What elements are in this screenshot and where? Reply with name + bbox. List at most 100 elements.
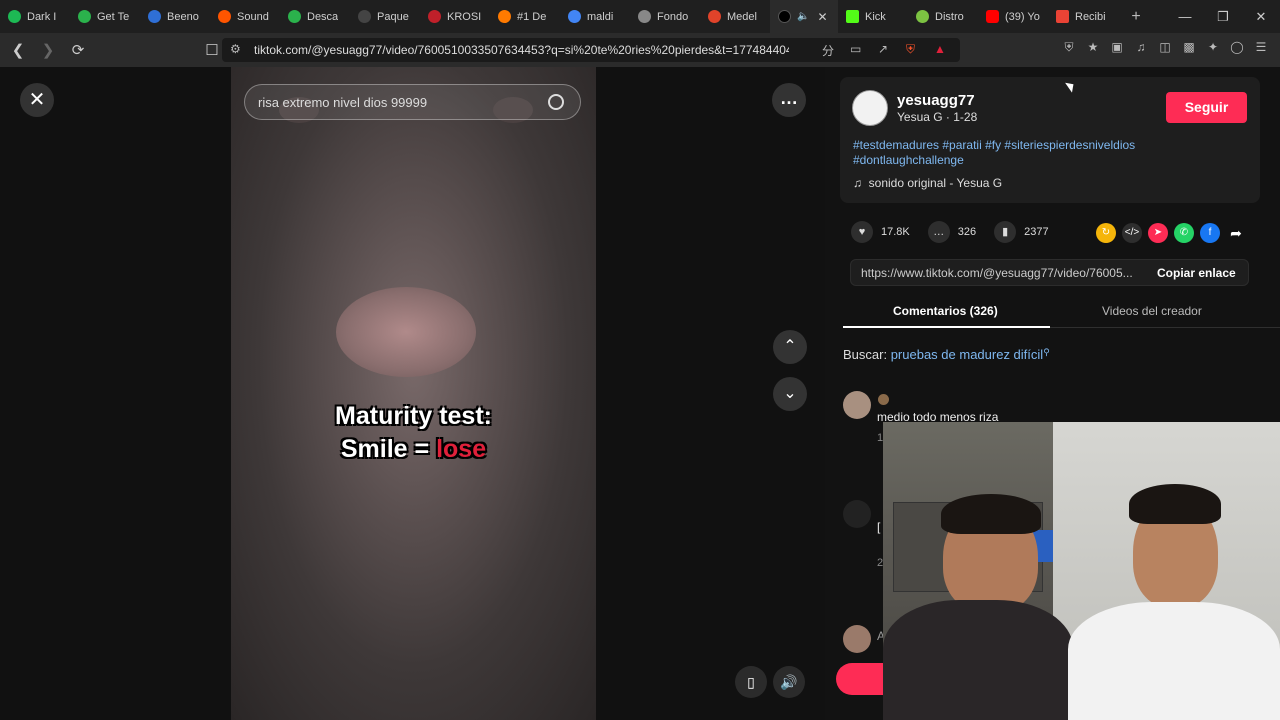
caption-line: Maturity test:	[335, 402, 492, 430]
youtube-favicon-icon	[986, 10, 999, 23]
browser-tab[interactable]: KROSI	[420, 0, 490, 33]
whatsapp-icon[interactable]: ✆	[1174, 223, 1194, 243]
comment-emoji	[878, 394, 889, 405]
author-subtitle: Yesua G · 1-28	[897, 110, 978, 124]
previous-video-button[interactable]: ⌃	[773, 330, 807, 364]
browser-tab[interactable]: Distro	[908, 0, 978, 33]
forward-button[interactable]: ❯	[36, 41, 60, 59]
music-note-icon: ♫	[853, 176, 862, 190]
site-settings-icon[interactable]: ⚙	[230, 42, 241, 56]
pip-toggle-icon[interactable]: ▯	[735, 666, 767, 698]
browser-tab-active[interactable]: 🔈 ✕	[770, 0, 838, 33]
comment-icon: …	[927, 221, 950, 243]
leo-ai-icon[interactable]: ✦	[1206, 40, 1220, 54]
tab-comments[interactable]: Comentarios (326)	[893, 304, 998, 318]
webcam-hair-right	[1129, 484, 1221, 524]
comment-avatar[interactable]	[843, 391, 871, 419]
browser-tab[interactable]: Kick	[838, 0, 908, 33]
share-more-icon[interactable]: ➦	[1226, 223, 1246, 243]
author-avatar[interactable]	[852, 90, 888, 126]
more-options-button[interactable]: …	[772, 83, 806, 117]
follow-button[interactable]: Seguir	[1166, 92, 1247, 123]
extensions-icon[interactable]: ★	[1086, 40, 1100, 54]
like-button[interactable]: ♥ 17.8K	[851, 221, 910, 243]
google-favicon-icon	[568, 10, 581, 23]
share-options: ↻ </> ➤ ✆ f ➦	[1096, 223, 1246, 243]
comment-avatar[interactable]	[843, 625, 871, 653]
close-video-button[interactable]: ✕	[20, 83, 54, 117]
webcam-overlay	[883, 422, 1280, 720]
search-suggestion-link[interactable]: pruebas de madurez difícil	[891, 347, 1043, 362]
share-icon[interactable]: ↗	[878, 42, 888, 56]
brave-rewards-icon[interactable]: ▲	[934, 42, 946, 56]
search-icon: ⚲	[1043, 347, 1050, 357]
video-sound[interactable]: ♫ sonido original - Yesua G	[853, 176, 1002, 190]
bookmark-icon[interactable]: ☐	[200, 41, 224, 59]
wallet-icon[interactable]: ▩	[1182, 40, 1196, 54]
author-username[interactable]: yesuagg77	[897, 92, 975, 109]
shield-icon[interactable]: ⛨	[1062, 40, 1076, 54]
new-tab-button[interactable]: +	[1124, 8, 1148, 26]
address-bar[interactable]: ⚙ tiktok.com/@yesuagg77/video/7600510033…	[222, 38, 960, 62]
browser-tab[interactable]: Sound	[210, 0, 280, 33]
vpn-icon[interactable]: ◯	[1230, 40, 1244, 54]
speaker-icon[interactable]: 🔈	[797, 11, 809, 22]
gmail-favicon-icon	[1056, 10, 1069, 23]
close-tab-icon[interactable]: ✕	[817, 10, 827, 24]
webcam-hair-left	[941, 494, 1041, 534]
webcam-shirt-right	[1068, 602, 1280, 720]
repost-icon[interactable]: ↻	[1096, 223, 1116, 243]
sidebar-icon[interactable]: ◫	[1158, 40, 1172, 54]
brave-shields-icon[interactable]: ⛨	[906, 42, 915, 57]
heart-icon: ♥	[851, 221, 873, 243]
active-tab-indicator	[843, 326, 1050, 328]
translate-icon[interactable]: 分	[822, 42, 834, 59]
browser-tab[interactable]: Paque	[350, 0, 420, 33]
browser-tab[interactable]: Fondo	[630, 0, 700, 33]
music-icon[interactable]: ♫	[1134, 40, 1148, 54]
facebook-icon[interactable]: f	[1200, 223, 1220, 243]
comment-avatar[interactable]	[843, 500, 871, 528]
spotify-favicon-icon	[8, 10, 21, 23]
cast-icon[interactable]: ▭	[850, 42, 861, 56]
menu-icon[interactable]: ☰	[1254, 40, 1268, 54]
favicon-icon	[428, 10, 441, 23]
browser-tab[interactable]: Recibi	[1048, 0, 1118, 33]
browser-tab[interactable]: Get Te	[70, 0, 140, 33]
next-video-button[interactable]: ⌄	[773, 377, 807, 411]
bookmark-icon: ▮	[994, 221, 1017, 243]
restore-button[interactable]: ❐	[1204, 0, 1242, 33]
browser-tab[interactable]: #1 De	[490, 0, 560, 33]
browser-tab[interactable]: (39) Yo	[978, 0, 1048, 33]
browser-tab[interactable]: Medel	[700, 0, 770, 33]
embed-icon[interactable]: </>	[1122, 223, 1142, 243]
browser-tab[interactable]: Desca	[280, 0, 350, 33]
video-caption: Maturity test: Smile = lose	[231, 400, 596, 466]
back-button[interactable]: ❮	[6, 41, 30, 59]
search-icon[interactable]	[548, 94, 564, 110]
tab-creator-videos[interactable]: Videos del creador	[1102, 304, 1202, 318]
browser-tab[interactable]: Dark I	[0, 0, 70, 33]
minimize-button[interactable]: —	[1166, 0, 1204, 33]
reload-button[interactable]: ⟳	[66, 41, 90, 59]
browser-tab[interactable]: Beeno	[140, 0, 210, 33]
volume-icon[interactable]: 🔊	[773, 666, 805, 698]
comment-button[interactable]: … 326	[927, 221, 976, 243]
favicon-icon	[916, 10, 929, 23]
video-search-bar[interactable]: risa extremo nivel dios 99999	[244, 84, 581, 120]
video-hashtags[interactable]: #testdemadures #paratii #fy #siteriespie…	[853, 138, 1213, 168]
save-button[interactable]: ▮ 2377	[994, 221, 1049, 243]
share-link-box: https://www.tiktok.com/@yesuagg77/video/…	[850, 259, 1249, 286]
browser-tab[interactable]: maldi	[560, 0, 630, 33]
favicon-icon	[358, 10, 371, 23]
close-window-button[interactable]: ✕	[1242, 0, 1280, 33]
caption-line: Smile = lose	[340, 435, 487, 463]
webcam-shirt-left	[883, 600, 1073, 720]
copy-link-button[interactable]: Copiar enlace	[1157, 266, 1236, 280]
share-link-text[interactable]: https://www.tiktok.com/@yesuagg77/video/…	[861, 266, 1139, 280]
url-text[interactable]: tiktok.com/@yesuagg77/video/760051003350…	[254, 43, 789, 57]
video-player[interactable]	[231, 67, 596, 720]
video-search-query[interactable]: risa extremo nivel dios 99999	[258, 95, 548, 110]
screenshot-icon[interactable]: ▣	[1110, 40, 1124, 54]
send-to-friends-icon[interactable]: ➤	[1148, 223, 1168, 243]
